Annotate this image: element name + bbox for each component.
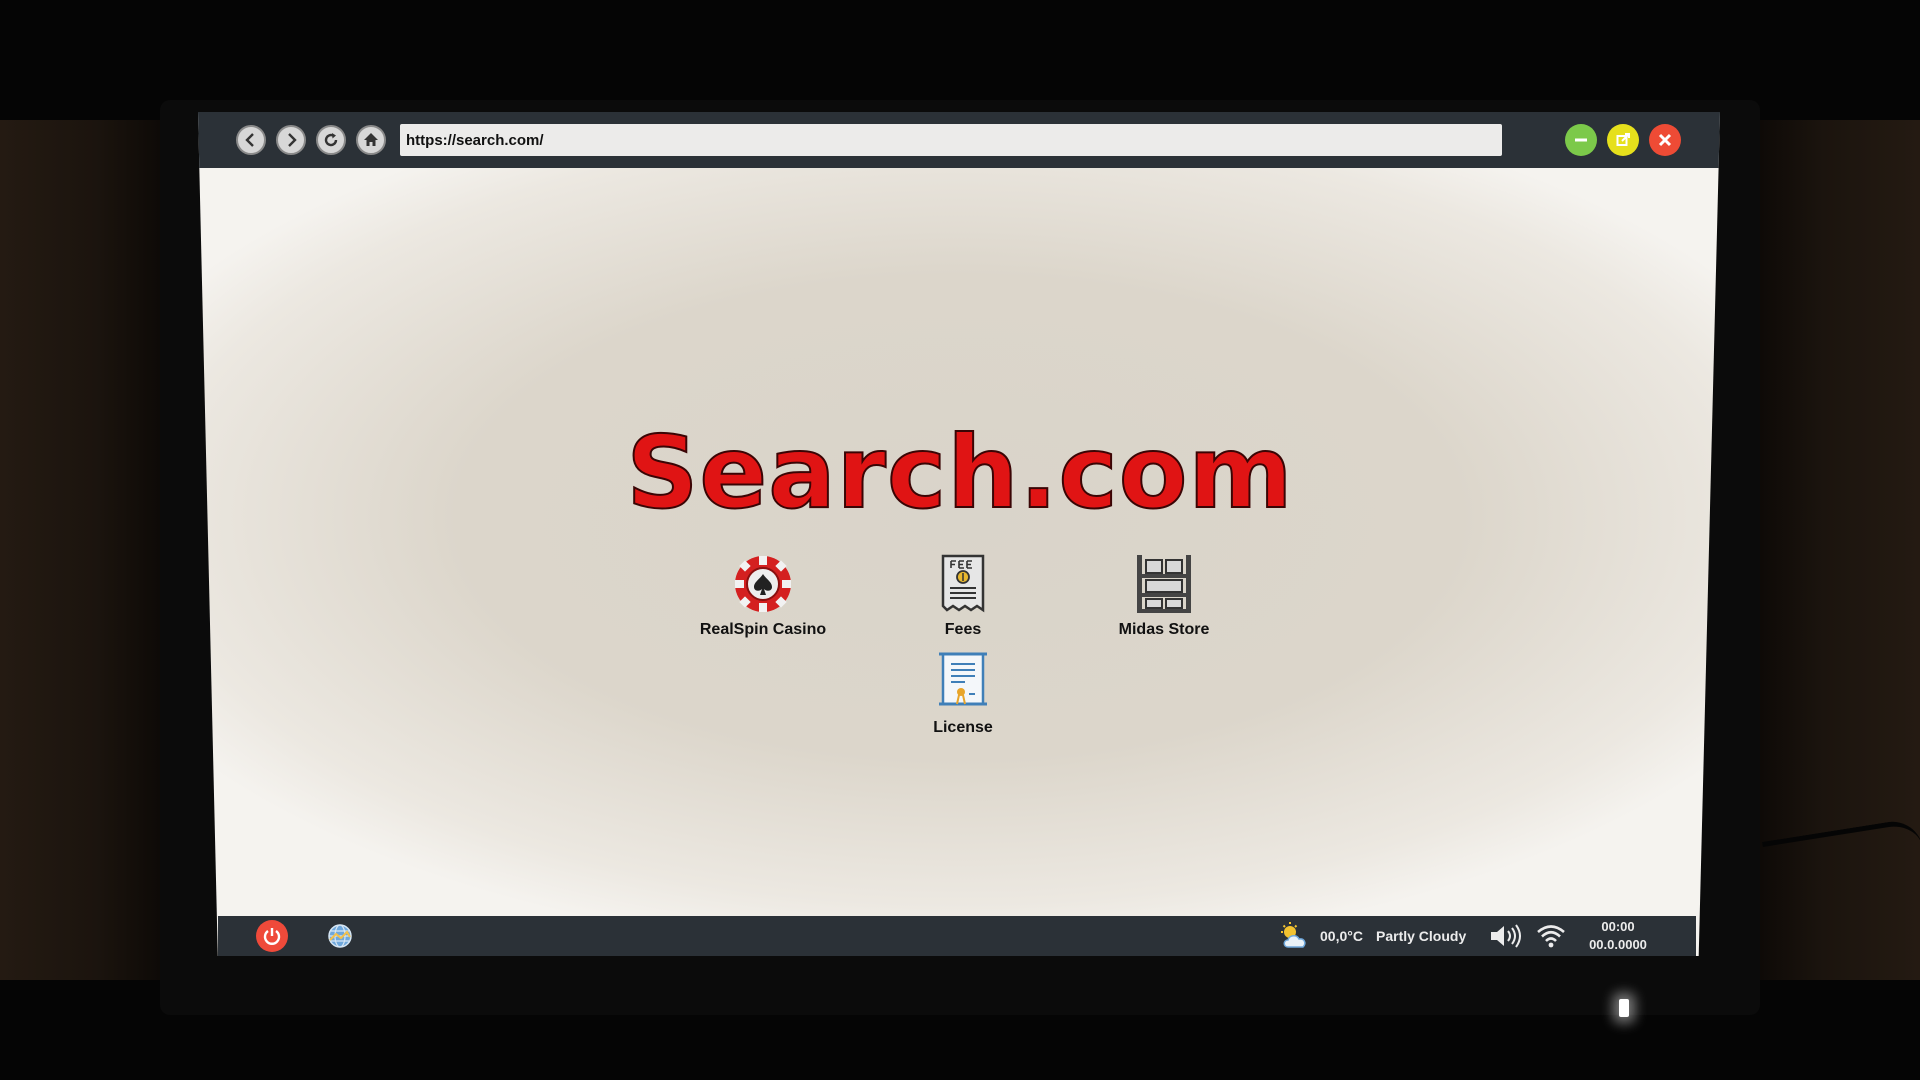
- wifi-button[interactable]: [1536, 922, 1566, 950]
- power-button[interactable]: [256, 920, 288, 952]
- url-text: https://search.com/: [406, 131, 544, 149]
- shortcut-label: Midas Store: [1118, 621, 1210, 638]
- shortcut-label: License: [933, 719, 993, 736]
- home-icon: [364, 133, 378, 146]
- browser-toolbar: https://search.com/: [198, 112, 1720, 168]
- license-certificate-icon: [939, 652, 987, 706]
- os-taskbar: 00,0°C Partly Cloudy 00:00 00.0.0000: [218, 916, 1696, 956]
- volume-button[interactable]: [1488, 922, 1524, 950]
- close-icon: [1658, 133, 1672, 147]
- address-bar[interactable]: https://search.com/: [400, 124, 1502, 156]
- clock-date: 00.0.0000: [1589, 937, 1647, 952]
- system-clock: 00:00 00.0.0000: [1578, 918, 1658, 954]
- back-button[interactable]: [236, 125, 266, 155]
- expand-icon: [1616, 133, 1630, 146]
- reload-icon: [324, 133, 338, 147]
- monitor-power-led: [1619, 999, 1629, 1017]
- site-logo: Search.com: [625, 413, 1294, 532]
- wifi-icon: [1537, 925, 1565, 948]
- temperature-text: 00,0°C: [1320, 928, 1363, 944]
- power-icon: [263, 928, 281, 945]
- close-button[interactable]: [1649, 124, 1681, 156]
- chevron-right-icon: [288, 133, 297, 147]
- chevron-left-icon: [245, 133, 254, 147]
- casino-chip-icon: [735, 556, 791, 612]
- shelves-icon: [1137, 555, 1191, 613]
- shortcut-midas-store[interactable]: Midas Store: [1079, 552, 1249, 639]
- reload-button[interactable]: [316, 125, 346, 155]
- fee-receipt-icon: [941, 554, 985, 613]
- globe-icon: [328, 924, 352, 948]
- volume-icon: [1491, 924, 1521, 948]
- weather-text: Partly Cloudy: [1376, 928, 1467, 944]
- weather-icon: [1278, 920, 1310, 952]
- minimize-button[interactable]: [1565, 124, 1597, 156]
- home-button[interactable]: [356, 125, 386, 155]
- forward-button[interactable]: [276, 125, 306, 155]
- shortcut-label: Fees: [944, 621, 982, 638]
- minus-icon: [1575, 138, 1587, 142]
- wooden-wall-left: [0, 120, 160, 980]
- browser-taskbar-button[interactable]: [326, 922, 354, 950]
- shortcut-realspin-casino[interactable]: RealSpin Casino: [678, 552, 848, 639]
- clock-time: 00:00: [1601, 919, 1635, 934]
- maximize-button[interactable]: [1607, 124, 1639, 156]
- shortcut-label: RealSpin Casino: [699, 621, 827, 638]
- shortcut-fees[interactable]: Fees: [878, 552, 1048, 639]
- shortcut-license[interactable]: License: [878, 650, 1048, 737]
- monitor-screen: https://search.com/ Search.com RealSpin …: [198, 112, 1720, 956]
